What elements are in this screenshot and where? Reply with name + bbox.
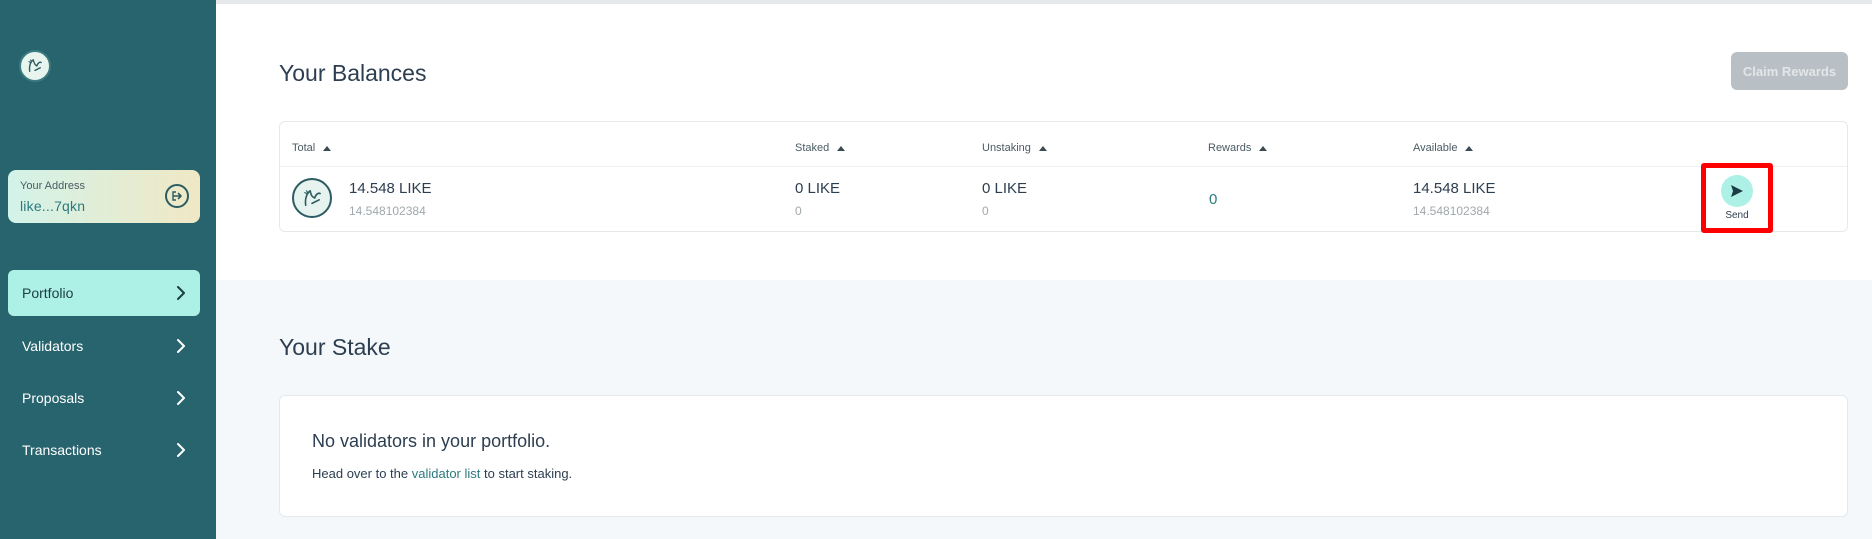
column-header-unstaking[interactable]: Unstaking xyxy=(982,142,1047,154)
like-coin-icon xyxy=(292,178,332,218)
logout-icon[interactable] xyxy=(165,184,189,208)
empty-stake-card: No validators in your portfolio. Head ov… xyxy=(279,395,1848,517)
column-header-label: Unstaking xyxy=(982,142,1031,154)
top-border xyxy=(216,0,1872,4)
chevron-right-icon xyxy=(176,286,186,300)
stake-title: Your Stake xyxy=(279,334,391,360)
sidebar-item-label: Transactions xyxy=(22,442,102,458)
sidebar-item-portfolio[interactable]: Portfolio xyxy=(8,270,200,316)
column-header-total[interactable]: Total xyxy=(292,142,332,154)
column-header-rewards[interactable]: Rewards xyxy=(1208,142,1268,154)
divider xyxy=(280,166,1847,167)
empty-stake-title: No validators in your portfolio. xyxy=(312,431,551,451)
sidebar-item-validators[interactable]: Validators xyxy=(8,323,200,369)
empty-stake-suffix: to start staking. xyxy=(484,466,573,481)
available-sub-value: 14.548102384 xyxy=(1413,204,1490,218)
column-header-label: Staked xyxy=(795,142,830,154)
app-logo-icon[interactable] xyxy=(19,50,51,82)
balances-title: Your Balances xyxy=(279,60,427,86)
sort-caret-icon xyxy=(323,145,332,151)
validator-list-link[interactable]: validator list xyxy=(412,466,481,481)
sidebar-item-proposals[interactable]: Proposals xyxy=(8,375,200,421)
unstaking-sub-value: 0 xyxy=(982,204,989,218)
column-header-staked[interactable]: Staked xyxy=(795,142,846,154)
sidebar-item-label: Portfolio xyxy=(22,285,74,301)
chevron-right-icon xyxy=(176,391,186,405)
address-card[interactable]: Your Address like...7qkn xyxy=(8,170,200,223)
rewards-value: 0 xyxy=(1209,191,1218,208)
sidebar-item-label: Validators xyxy=(22,338,84,354)
empty-stake-prefix: Head over to the xyxy=(312,466,409,481)
unstaking-value: 0 LIKE xyxy=(982,180,1028,197)
sort-caret-icon xyxy=(837,145,846,151)
column-header-label: Rewards xyxy=(1208,142,1252,154)
address-label: Your Address xyxy=(20,180,86,192)
sidebar-item-transactions[interactable]: Transactions xyxy=(8,427,200,473)
sort-caret-icon xyxy=(1465,145,1474,151)
sidebar-item-label: Proposals xyxy=(22,390,85,406)
chevron-right-icon xyxy=(176,339,186,353)
column-header-available[interactable]: Available xyxy=(1413,142,1474,154)
send-icon xyxy=(1731,185,1743,197)
total-sub-value: 14.548102384 xyxy=(349,204,426,218)
claim-rewards-button[interactable]: Claim Rewards xyxy=(1731,52,1848,90)
available-value: 14.548 LIKE xyxy=(1413,180,1496,197)
sort-caret-icon xyxy=(1038,145,1047,151)
sidebar: Your Address like...7qkn Portfolio Valid… xyxy=(0,0,216,539)
sort-caret-icon xyxy=(1259,145,1268,151)
total-value: 14.548 LIKE xyxy=(349,180,432,197)
column-header-label: Available xyxy=(1413,142,1458,154)
chevron-right-icon xyxy=(176,443,186,457)
staked-value: 0 LIKE xyxy=(795,180,841,197)
address-value: like...7qkn xyxy=(20,198,86,214)
staked-sub-value: 0 xyxy=(795,204,802,218)
send-button[interactable] xyxy=(1721,175,1753,207)
balances-table: Total Staked Unstaking Rewards Available… xyxy=(279,121,1848,232)
column-header-label: Total xyxy=(292,142,316,154)
empty-stake-text: Head over to the validator list to start… xyxy=(312,466,572,481)
send-label[interactable]: Send xyxy=(1723,210,1751,221)
